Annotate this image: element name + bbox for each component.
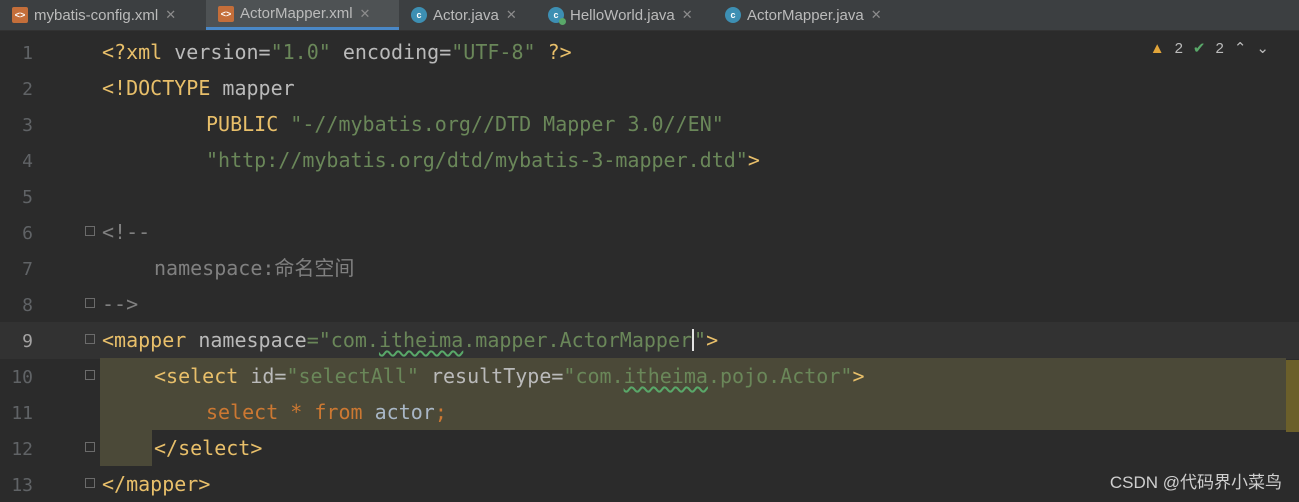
code-line-2: 2 <!DOCTYPE mapper [0, 70, 1299, 106]
code-line-12: 12 </select> [0, 430, 1299, 466]
ok-count: 2 [1215, 39, 1224, 57]
xml-file-icon: <> [218, 5, 234, 22]
java-runnable-class-icon: c [548, 7, 566, 25]
java-class-icon: c [725, 7, 741, 23]
editor-tab-bar: <> mybatis-config.xml ✕ <> ActorMapper.x… [0, 0, 1299, 31]
code-line-4: 4 "http://mybatis.org/dtd/mybatis-3-mapp… [0, 142, 1299, 178]
tab-helloworld-java[interactable]: c HelloWorld.java ✕ [536, 0, 713, 30]
xml-file-icon: <> [12, 7, 28, 23]
chevron-down-icon[interactable]: ⌄ [1256, 39, 1269, 57]
code-line-8: 8 --> [0, 286, 1299, 322]
code-line-7: 7 namespace:命名空间 [0, 250, 1299, 286]
close-icon[interactable]: ✕ [165, 7, 176, 23]
code-line-10: 10 <select id="selectAll" resultType="co… [0, 358, 1299, 394]
warning-count: 2 [1174, 39, 1183, 57]
line-number: 12 [11, 439, 33, 460]
line-number: 13 [11, 475, 33, 496]
code-line-13: 13 </mapper> [0, 466, 1299, 502]
close-icon[interactable]: ✕ [360, 6, 371, 22]
fold-icon[interactable] [85, 334, 95, 344]
code-editor[interactable]: 1 <?xml version="1.0" encoding="UTF-8" ?… [0, 31, 1299, 502]
scrollbar-marker[interactable] [1286, 360, 1299, 432]
code-line-1: 1 <?xml version="1.0" encoding="UTF-8" ?… [0, 34, 1299, 70]
fold-icon[interactable] [85, 226, 95, 236]
line-number: 5 [22, 187, 33, 208]
line-number: 3 [22, 115, 33, 136]
fold-icon[interactable] [85, 478, 95, 488]
code-line-11: 11 select * from actor; [0, 394, 1299, 430]
code-line-3: 3 PUBLIC "-//mybatis.org//DTD Mapper 3.0… [0, 106, 1299, 142]
code-line-6: 6 <!-- [0, 214, 1299, 250]
close-icon[interactable]: ✕ [506, 7, 517, 23]
line-number: 8 [22, 295, 33, 316]
watermark: CSDN @代码界小菜鸟 [1109, 473, 1282, 492]
code-line-5: 5 [0, 178, 1299, 214]
tab-label: ActorMapper.xml [240, 5, 353, 22]
tab-actormapper-java[interactable]: c ActorMapper.java ✕ [713, 0, 903, 30]
warning-icon: ▲ [1149, 39, 1165, 57]
line-number: 7 [22, 259, 33, 280]
line-number: 2 [22, 79, 33, 100]
tab-actormapper-xml[interactable]: <> ActorMapper.xml ✕ [206, 0, 399, 30]
check-icon: ✔ [1192, 40, 1206, 57]
fold-icon[interactable] [85, 442, 95, 452]
line-number: 1 [22, 43, 33, 64]
java-class-icon: c [411, 7, 427, 23]
tab-label: mybatis-config.xml [34, 6, 159, 24]
tab-actor-java[interactable]: c Actor.java ✕ [399, 0, 536, 30]
close-icon[interactable]: ✕ [682, 7, 693, 23]
tab-mybatis-config-xml[interactable]: <> mybatis-config.xml ✕ [0, 0, 206, 30]
tab-label: Actor.java [433, 6, 499, 24]
line-number: 4 [22, 151, 33, 172]
fold-icon[interactable] [85, 370, 95, 380]
close-icon[interactable]: ✕ [871, 7, 882, 23]
code-line-9: 9 <mapper namespace="com.itheima.mapper.… [0, 322, 1299, 358]
inspection-widget[interactable]: ▲ 2 ✔ 2 ⌃ ⌄ [1149, 39, 1269, 58]
tab-label: ActorMapper.java [747, 6, 864, 24]
fold-icon[interactable] [85, 298, 95, 308]
line-number: 6 [22, 223, 33, 244]
line-number: 10 [11, 367, 33, 388]
chevron-up-icon[interactable]: ⌃ [1234, 39, 1247, 57]
line-number: 9 [22, 331, 33, 352]
line-number: 11 [11, 403, 33, 424]
tab-label: HelloWorld.java [570, 6, 675, 24]
